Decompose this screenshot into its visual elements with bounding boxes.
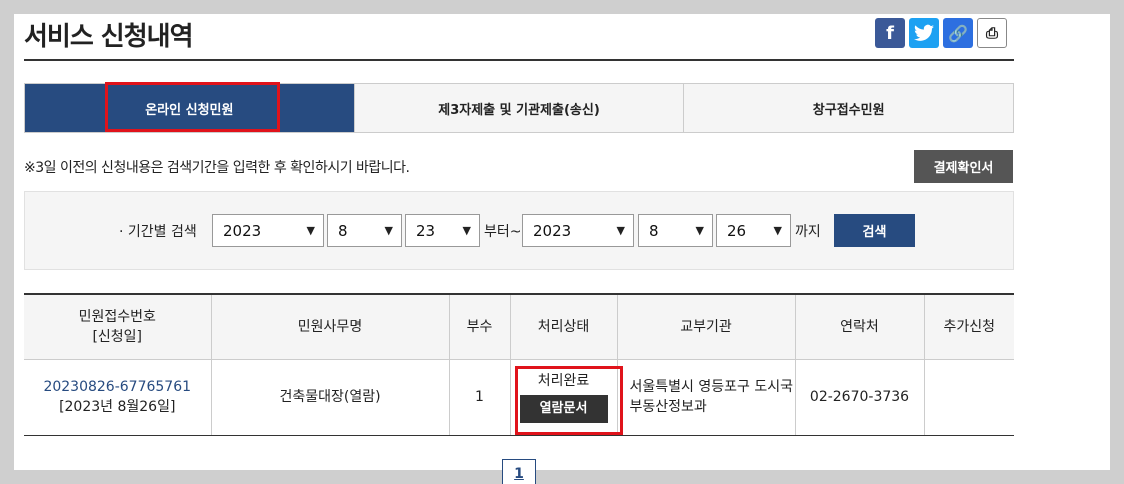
notice-text: ※3일 이전의 신청내용은 검색기간을 입력한 후 확인하시기 바랍니다. (24, 160, 410, 176)
col-agency: 교부기관 (616, 294, 795, 360)
service-name: 건축물대장(열람) (210, 359, 449, 436)
col-extra: 추가신청 (923, 294, 1014, 360)
from-day-select[interactable]: 23 ▼ (405, 214, 480, 247)
share-toolbar: f 🔗 ⎙ (875, 18, 1007, 48)
agency-line2: 부동산정보과 (629, 399, 707, 415)
from-year-value: 2023 (223, 221, 262, 240)
to-month-select[interactable]: 8 ▼ (638, 214, 713, 247)
search-button[interactable]: 검색 (834, 214, 915, 247)
application-table: 민원접수번호 [신청일] 민원사무명 부수 처리상태 교부기관 연락처 추가신청… (24, 293, 1014, 436)
to-day-value: 26 (727, 221, 747, 240)
col-copies: 부수 (448, 294, 510, 360)
tab-third-party-submission[interactable]: 제3자제출 및 기관제출(송신) (353, 84, 684, 132)
to-day-select[interactable]: 26 ▼ (716, 214, 791, 247)
tab-label: 창구접수민원 (812, 102, 885, 118)
print-icon[interactable]: ⎙ (977, 18, 1007, 48)
highlight-box (514, 365, 623, 435)
twitter-icon[interactable] (909, 18, 939, 48)
col-status: 처리상태 (509, 294, 617, 360)
table-row: 20230826-67765761 [2023년 8월26일] 건축물대장(열람… (24, 359, 1014, 436)
copies: 1 (448, 359, 510, 436)
title-divider (24, 59, 1014, 61)
chevron-down-icon: ▼ (306, 224, 315, 237)
col-service-name: 민원사무명 (210, 294, 449, 360)
tab-counter-applications[interactable]: 창구접수민원 (683, 84, 1014, 132)
header-receipt-no: 민원접수번호 (78, 308, 156, 325)
contact: 02-2670-3736 (794, 359, 924, 436)
agency-line1: 서울특별시 영등포구 도시국 (629, 379, 793, 395)
facebook-icon[interactable]: f (875, 18, 905, 48)
table-header-row: 민원접수번호 [신청일] 민원사무명 부수 처리상태 교부기관 연락처 추가신청 (24, 294, 1014, 360)
link-icon[interactable]: 🔗 (943, 18, 973, 48)
page-number-current[interactable]: 1 (502, 459, 536, 484)
chevron-down-icon: ▼ (695, 224, 704, 237)
receipt-cell: 20230826-67765761 [2023년 8월26일] (24, 359, 211, 436)
extra-request (923, 359, 1014, 436)
col-receipt-no: 민원접수번호 [신청일] (24, 294, 211, 360)
status-cell: 처리완료 열람문서 (509, 359, 623, 436)
to-year-value: 2023 (533, 221, 572, 240)
to-month-value: 8 (649, 221, 659, 240)
payment-confirmation-button[interactable]: 결제확인서 (914, 150, 1013, 183)
to-suffix: 까지 (795, 224, 821, 240)
apply-date: [2023년 8월26일] (59, 399, 176, 415)
receipt-number-link[interactable]: 20230826-67765761 (43, 379, 191, 395)
tab-online-applications[interactable]: 온라인 신청민원 (25, 82, 354, 132)
chevron-down-icon: ▼ (462, 224, 471, 237)
to-year-select[interactable]: 2023 ▼ (522, 214, 634, 247)
chevron-down-icon: ▼ (384, 224, 393, 237)
header-apply-date: [신청일] (92, 328, 143, 345)
col-contact: 연락처 (794, 294, 924, 360)
agency-cell: 서울특별시 영등포구 도시국 부동산정보과 (616, 359, 795, 436)
search-panel: · 기간별 검색 2023 ▼ 8 ▼ 23 ▼ 부터~ 2023 ▼ 8 ▼ 26 ▼ 까… (24, 191, 1014, 270)
highlight-box (105, 82, 280, 132)
tab-bar: 온라인 신청민원 제3자제출 및 기관제출(송신) 창구접수민원 (24, 82, 1014, 133)
from-suffix: 부터~ (484, 224, 522, 240)
from-month-select[interactable]: 8 ▼ (327, 214, 402, 247)
chevron-down-icon: ▼ (616, 224, 625, 237)
from-year-select[interactable]: 2023 ▼ (212, 214, 324, 247)
search-label: · 기간별 검색 (119, 224, 197, 240)
from-month-value: 8 (338, 221, 348, 240)
from-day-value: 23 (416, 221, 436, 240)
chevron-down-icon: ▼ (773, 224, 782, 237)
tab-label: 제3자제출 및 기관제출(송신) (438, 102, 600, 118)
page-title: 서비스 신청내역 (24, 22, 193, 52)
